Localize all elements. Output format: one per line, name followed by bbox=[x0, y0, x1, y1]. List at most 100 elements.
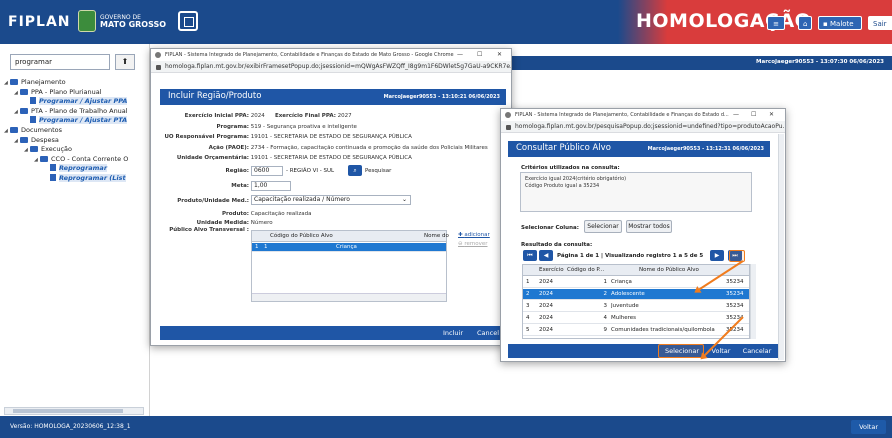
vertical-scrollbar-2[interactable] bbox=[778, 134, 784, 360]
prev-page-button[interactable]: ◀ bbox=[539, 250, 553, 261]
tree-item-label: Reprogramar bbox=[59, 164, 108, 173]
result-row[interactable]: 2 2024 2 Adolescente 35234 bbox=[523, 289, 749, 300]
grid-header-nome: Nome do bbox=[424, 233, 449, 239]
folder-icon bbox=[10, 127, 18, 133]
result-row[interactable]: 4 2024 4 Mulheres 35234 bbox=[523, 313, 749, 324]
maximize-button[interactable]: ☐ bbox=[477, 49, 482, 61]
cell-nome: Mulheres bbox=[611, 315, 637, 321]
horizontal-scrollbar[interactable] bbox=[4, 407, 144, 415]
field-acao: Ação (PAOE): 2734 - Formação, capacitaçã… bbox=[208, 145, 488, 151]
cell-n: 1 bbox=[526, 279, 530, 285]
regiao-input[interactable]: 0600 bbox=[251, 166, 283, 176]
folder-icon bbox=[30, 146, 38, 153]
minimize-button-2[interactable]: — bbox=[733, 109, 739, 121]
cancelar-footer-button[interactable]: Cancelar bbox=[740, 344, 774, 358]
voltar-main-button[interactable]: Voltar bbox=[851, 420, 886, 434]
close-window-button[interactable]: ✕ bbox=[497, 49, 502, 61]
tree-item[interactable]: Programar / Ajustar PPA bbox=[24, 97, 128, 106]
cell-codigo: 3 bbox=[603, 303, 608, 309]
address-bar[interactable]: homologa.fiplan.mt.gov.br/exibirFrameset… bbox=[151, 61, 511, 73]
produto-unidade-select[interactable]: Capacitação realizada / Número ⌄ bbox=[251, 195, 411, 205]
menu-button[interactable]: ≡ bbox=[767, 16, 785, 30]
tree-item[interactable]: ◢ Planejamento bbox=[4, 78, 66, 87]
briefcase-icon: ▪ bbox=[823, 20, 830, 28]
cell-exercicio: 2024 bbox=[539, 327, 553, 333]
result-row[interactable]: 3 2024 3 Juventude 35234 bbox=[523, 301, 749, 312]
app-footer: Versão: HOMOLOGA_20230606_12:38_1 Voltar bbox=[0, 416, 892, 438]
document-icon bbox=[50, 174, 56, 181]
cell-nome: Adolescente bbox=[611, 291, 645, 297]
tree-item[interactable]: Reprogramar (List bbox=[44, 174, 126, 183]
grid-row[interactable]: 1 1 Criança bbox=[252, 243, 446, 252]
minimize-button[interactable]: — bbox=[457, 49, 463, 61]
tree-item-label: Documentos bbox=[21, 126, 63, 134]
collapse-up-button[interactable]: ⬆ bbox=[115, 54, 135, 70]
remover-link[interactable]: ⊖ remover bbox=[458, 240, 488, 248]
maximize-button-2[interactable]: ☐ bbox=[751, 109, 756, 121]
malote-button[interactable]: ▪ Malote bbox=[818, 16, 862, 30]
folder-icon bbox=[20, 88, 28, 95]
grid-header-codigo: Código do Público Alvo bbox=[270, 233, 333, 239]
cell-nome: Criança bbox=[611, 279, 632, 285]
tree-item-label: Execução bbox=[41, 145, 72, 154]
field-regiao-label: Região: bbox=[225, 168, 249, 174]
result-grid-scrollbar[interactable] bbox=[750, 264, 756, 339]
consultar-footer bbox=[508, 344, 778, 358]
tree-item-label: CCO - Conta Corrente O bbox=[51, 154, 129, 163]
tree-item-label: Programar / Ajustar PTA bbox=[39, 116, 128, 125]
publico-alvo-grid: Código do Público Alvo Nome do 1 1 Crian… bbox=[251, 230, 449, 302]
navigation-panel: programar ⬆ ◢ Planejamento ◢ PPA - Plano Pl… bbox=[0, 44, 150, 416]
state-name: GOVERNO DE MATO GROSSO bbox=[100, 14, 167, 29]
selecionar-coluna-button[interactable]: Selecionar bbox=[584, 220, 622, 233]
cell-codigo: 4 bbox=[603, 315, 608, 321]
cell-extra: 35234 bbox=[726, 291, 744, 297]
search-button[interactable]: ⌕ bbox=[348, 165, 362, 176]
criteria-box: Exercício igual 2024(critério obrigatóri… bbox=[520, 172, 752, 212]
close-window-button-2[interactable]: ✕ bbox=[769, 109, 774, 121]
tree-item[interactable]: Programar / Ajustar PTA bbox=[24, 116, 128, 125]
field-meta-label: Meta: bbox=[231, 183, 249, 189]
tree-item[interactable]: ◢ CCO - Conta Corrente O bbox=[34, 155, 128, 164]
selecionar-footer-button[interactable]: Selecionar bbox=[662, 344, 702, 358]
cancelar-button-1[interactable]: Cancel bbox=[476, 326, 500, 340]
tree-item[interactable]: ◢ Documentos bbox=[4, 126, 62, 135]
folder-icon bbox=[20, 136, 28, 143]
exit-button[interactable]: Sair bbox=[868, 16, 892, 30]
tree-item-label: Despesa bbox=[31, 135, 59, 144]
cell-nome: Juventude bbox=[611, 303, 639, 309]
result-row[interactable]: 5 2024 9 Comunidades tradicionais/quilombol… bbox=[523, 325, 749, 336]
tree-item[interactable]: ◢ Despesa bbox=[14, 136, 59, 145]
result-pager: ⏮ ◀ Página 1 de 1 | Visualizando registr… bbox=[521, 250, 751, 262]
home-button[interactable]: ⌂ bbox=[798, 16, 812, 30]
incluir-button[interactable]: Incluir bbox=[440, 326, 466, 340]
cell-extra: 35234 bbox=[726, 279, 744, 285]
adicionar-link[interactable]: ✚ adicionar bbox=[458, 231, 490, 239]
next-page-button[interactable]: ▶ bbox=[710, 250, 724, 261]
incluir-regiao-header: Incluir Região/Produto MarcoJaeger90553 … bbox=[160, 89, 506, 105]
document-icon bbox=[30, 97, 36, 105]
system-icon[interactable] bbox=[178, 11, 198, 31]
pesquisar-link[interactable]: Pesquisar bbox=[365, 167, 391, 175]
pager-text: Página 1 de 1 | Visualizando registro 1 … bbox=[557, 253, 704, 259]
scrollbar-thumb[interactable] bbox=[13, 409, 123, 413]
field-publico-alvo: Público Alvo Transversal : bbox=[169, 227, 249, 233]
regiao-description: - REGIÃO VI - SUL bbox=[286, 168, 335, 174]
first-page-button[interactable]: ⏮ bbox=[523, 250, 537, 261]
cell-extra: 35234 bbox=[726, 303, 744, 309]
document-icon bbox=[50, 164, 56, 172]
tree-item[interactable]: ◢ Execução bbox=[24, 145, 72, 154]
popup-title: Incluir Região/Produto bbox=[168, 91, 262, 101]
menu-search-input[interactable]: programar bbox=[10, 54, 110, 70]
tree-item[interactable]: ◢ PPA - Plano Plurianual bbox=[14, 88, 102, 97]
cell-codigo: 9 bbox=[603, 327, 608, 333]
grid-horizontal-scrollbar[interactable] bbox=[252, 293, 446, 301]
mostrar-todos-button[interactable]: Mostrar todos bbox=[626, 220, 672, 233]
address-bar-2[interactable]: homologa.fiplan.mt.gov.br/pesquisaPopup.… bbox=[501, 121, 785, 133]
tree-item-label: PPA - Plano Plurianual bbox=[31, 87, 102, 96]
meta-input[interactable]: 1,00 bbox=[251, 181, 291, 191]
tree-item[interactable]: ◢ PTA - Plano de Trabalho Anual bbox=[14, 107, 128, 116]
tree-item[interactable]: Reprogramar bbox=[44, 164, 108, 173]
consultar-user-info: MarcoJaeger90553 - 13:12:31 06/06/2023 bbox=[647, 146, 764, 152]
cell-exercicio: 2024 bbox=[539, 291, 553, 297]
field-unidade-orcamentaria: Unidade Orçamentária: 19101 - SECRETARIA… bbox=[176, 155, 412, 161]
